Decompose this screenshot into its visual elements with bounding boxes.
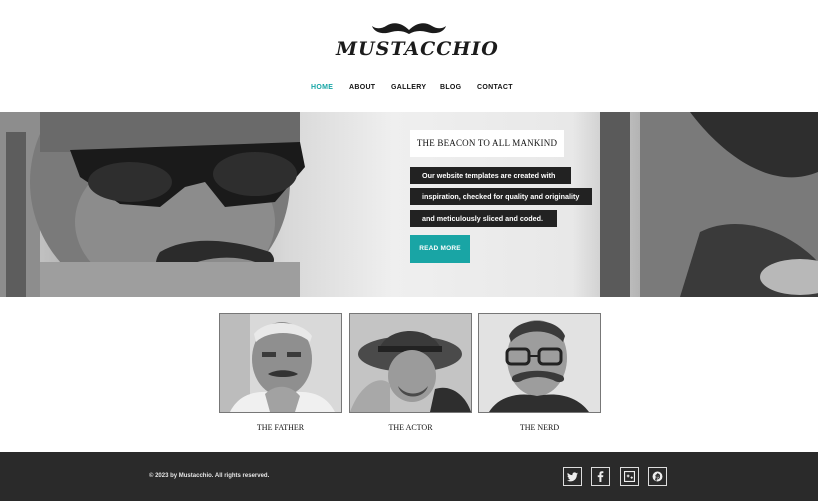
- copyright-text: © 2023 by Mustacchio. All rights reserve…: [149, 473, 270, 479]
- main-nav: HOME ABOUT GALLERY BLOG CONTACT: [0, 84, 818, 96]
- pinterest-icon[interactable]: [648, 467, 667, 486]
- logo[interactable]: MUSTACCHIO: [336, 20, 499, 64]
- hero-photo: [0, 112, 818, 297]
- father-photo: [220, 314, 341, 412]
- card-actor-caption: THE ACTOR: [388, 423, 433, 432]
- hero-text-line-2: inspiration, checked for quality and ori…: [410, 188, 592, 205]
- google-plus-glyph-icon: [624, 471, 635, 482]
- read-more-button[interactable]: READ MORE: [410, 235, 470, 263]
- google-plus-icon[interactable]: [620, 467, 639, 486]
- hero-banner: [0, 112, 818, 297]
- card-nerd-caption: THE NERD: [519, 423, 560, 432]
- logo-text: MUSTACCHIO: [336, 38, 499, 60]
- facebook-icon[interactable]: [591, 467, 610, 486]
- site-header: MUSTACCHIO HOME ABOUT GALLERY BLOG CONTA…: [0, 0, 818, 112]
- actor-photo: [350, 314, 471, 412]
- card-actor-photo[interactable]: [349, 313, 472, 413]
- card-father-photo[interactable]: [219, 313, 342, 413]
- nav-contact[interactable]: CONTACT: [477, 84, 513, 91]
- facebook-f-icon: [597, 471, 604, 482]
- nav-gallery[interactable]: GALLERY: [391, 84, 426, 91]
- site-footer: © 2023 by Mustacchio. All rights reserve…: [0, 452, 818, 501]
- twitter-bird-icon: [567, 471, 578, 481]
- nav-blog[interactable]: BLOG: [440, 84, 461, 91]
- pinterest-p-icon: [652, 471, 663, 482]
- hero-text-line-3: and meticulously sliced and coded.: [410, 210, 557, 227]
- card-nerd-photo[interactable]: [478, 313, 601, 413]
- hero-title: THE BEACON TO ALL MANKIND: [410, 130, 564, 157]
- nerd-photo: [479, 314, 600, 412]
- twitter-icon[interactable]: [563, 467, 582, 486]
- nav-about[interactable]: ABOUT: [349, 84, 375, 91]
- card-father-caption: THE FATHER: [256, 423, 305, 432]
- hero-text-line-1: Our website templates are created with: [410, 167, 571, 184]
- nav-home[interactable]: HOME: [311, 84, 333, 91]
